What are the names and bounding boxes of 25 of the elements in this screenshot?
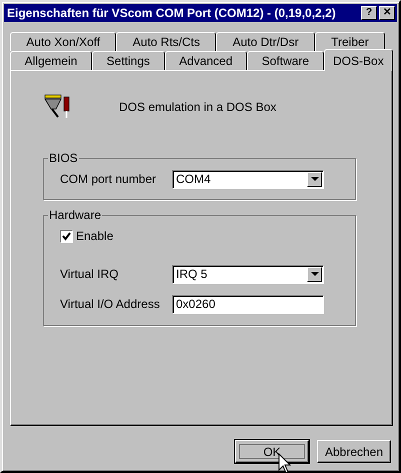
field-label: Virtual IRQ <box>60 267 120 281</box>
help-button[interactable]: ? <box>361 6 377 20</box>
tab[interactable]: Settings <box>92 51 165 70</box>
group-title: Hardware <box>48 208 102 222</box>
description-text: DOS emulation in a DOS Box <box>119 100 276 114</box>
field-label: COM port number <box>60 172 158 186</box>
tab[interactable]: Advanced <box>164 51 248 70</box>
dropdown[interactable]: IRQ 5 <box>172 264 324 284</box>
tab[interactable]: Treiber <box>314 32 385 51</box>
tab[interactable]: Allgemein <box>10 51 92 70</box>
checkbox[interactable] <box>60 230 73 242</box>
tab[interactable]: DOS-Box <box>324 49 393 71</box>
checkbox-label: Enable <box>76 229 114 243</box>
input-field[interactable]: 0x0260 <box>172 294 324 314</box>
cancel-button[interactable]: Abbrechen <box>317 440 391 463</box>
tab[interactable]: Software <box>247 51 324 70</box>
tab[interactable]: Auto Rts/Cts <box>116 32 216 51</box>
tab[interactable]: Auto Xon/Xoff <box>10 32 116 51</box>
field-label: Virtual I/O Address <box>60 297 161 311</box>
window-title: Eigenschaften für VScom COM Port (COM12) - (0,19,0,2,2) <box>7 6 337 20</box>
mouse-pointer-icon <box>278 453 292 473</box>
group-title: BIOS <box>48 151 79 165</box>
tab[interactable]: Auto Dtr/Dsr <box>216 32 315 51</box>
close-button[interactable]: ✕ <box>379 6 395 20</box>
dropdown[interactable]: COM4 <box>172 170 324 188</box>
